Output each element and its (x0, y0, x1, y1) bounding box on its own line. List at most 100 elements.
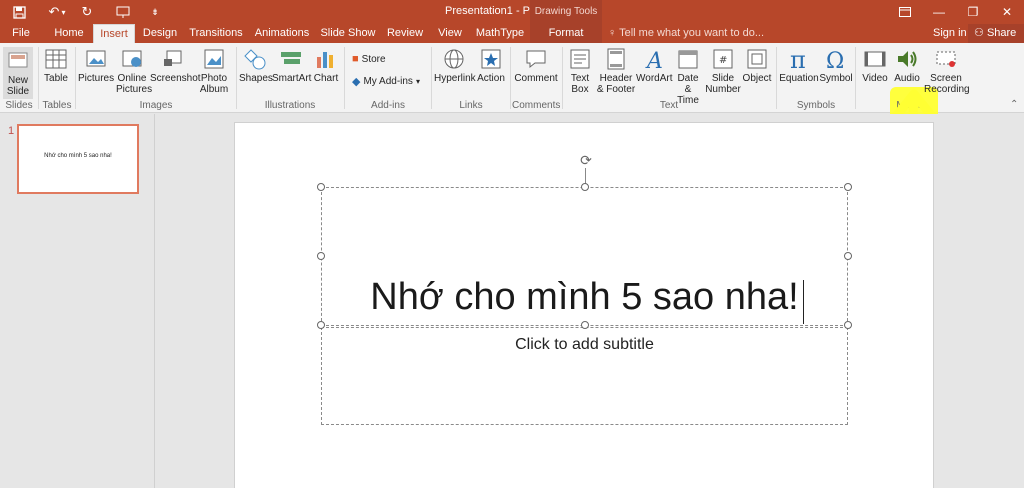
resize-handle[interactable] (581, 183, 589, 191)
text-box-button[interactable]: Text Box (566, 47, 594, 95)
slide-number-icon: # (713, 49, 733, 69)
window-title: Presentation1 - PowerPoint (445, 5, 579, 17)
tab-file[interactable]: File (4, 24, 38, 43)
separator (38, 47, 39, 109)
my-addins-button[interactable]: ◆ My Add-ins ▾ (352, 75, 420, 88)
separator (431, 47, 432, 109)
symbol-label: Symbol (819, 73, 853, 84)
ribbon-display-options-icon[interactable] (888, 0, 922, 24)
action-button[interactable]: Action (476, 47, 506, 84)
thumbnail-title: Nhớ cho mình 5 sao nha! (44, 153, 112, 159)
hyperlink-button[interactable]: Hyperlink (434, 47, 476, 84)
video-button[interactable]: Video (860, 47, 890, 84)
subtitle-placeholder[interactable]: Click to add subtitle (321, 327, 848, 425)
resize-handle[interactable] (844, 321, 852, 329)
resize-handle[interactable] (317, 321, 325, 329)
smartart-button[interactable]: SmartArt (272, 47, 312, 84)
tab-format[interactable]: Format (530, 24, 602, 43)
subtitle-prompt: Click to add subtitle (515, 336, 654, 353)
svg-text:Ω: Ω (826, 49, 844, 71)
text-box-label: Text Box (570, 73, 590, 95)
close-icon[interactable]: ✕ (990, 0, 1024, 24)
table-button[interactable]: Table (42, 47, 70, 84)
editing-canvas: ⟳ Nhớ cho mình 5 sao nha! Click to add s… (156, 114, 1024, 488)
equation-label: Equation (779, 73, 819, 84)
collapse-ribbon-icon[interactable]: ⌃ (1010, 99, 1018, 110)
photo-album-label: Photo Album (199, 73, 229, 95)
share-label: Share (986, 27, 1017, 39)
tell-me-search[interactable]: ♀ Tell me what you want to do... (608, 24, 764, 43)
slide-number-button[interactable]: # Slide Number (705, 47, 741, 95)
slide-thumbnail[interactable]: Nhớ cho mình 5 sao nha! (17, 124, 139, 194)
tab-insert[interactable]: Insert (93, 24, 135, 43)
resize-handle[interactable] (844, 252, 852, 260)
wordart-icon: A (645, 49, 663, 71)
object-button[interactable]: Object (741, 47, 773, 84)
group-comments: Comments (512, 100, 561, 111)
tab-transitions[interactable]: Transitions (188, 24, 244, 43)
header-footer-label: Header & Footer (596, 73, 636, 95)
video-icon (864, 51, 886, 67)
resize-handle[interactable] (317, 252, 325, 260)
symbol-button[interactable]: Ω Symbol (819, 47, 853, 84)
resize-handle[interactable] (844, 183, 852, 191)
title-bar: ↶ ▾ ↻ ⇟ Presentation1 - PowerPoint Drawi… (0, 0, 1024, 24)
photo-album-icon (204, 49, 224, 69)
calendar-icon (678, 50, 698, 69)
restore-icon[interactable]: ❐ (956, 0, 990, 24)
online-pictures-button[interactable]: Online Pictures (116, 47, 152, 95)
chart-label: Chart (313, 73, 339, 84)
my-addins-icon: ◆ (352, 76, 361, 88)
store-label: Store (361, 53, 386, 65)
comment-label: Comment (514, 73, 558, 84)
my-addins-label: My Add-ins (363, 76, 413, 87)
chart-button[interactable]: Chart (312, 47, 340, 84)
store-icon: ■ (352, 53, 359, 65)
tab-view[interactable]: View (434, 24, 466, 43)
comment-icon (526, 50, 546, 69)
minimize-icon[interactable]: — (922, 0, 956, 24)
smartart-label: SmartArt (272, 73, 312, 84)
slide-title: Nhớ cho mình 5 sao nha! (370, 276, 799, 318)
audio-button[interactable]: Audio (891, 47, 923, 84)
tab-animations[interactable]: Animations (252, 24, 312, 43)
object-label: Object (742, 73, 772, 84)
separator (75, 47, 76, 109)
svg-text:#: # (719, 55, 727, 66)
screenshot-button[interactable]: Screenshot (150, 47, 201, 84)
group-tables: Tables (42, 100, 72, 111)
slide[interactable]: ⟳ Nhớ cho mình 5 sao nha! Click to add s… (234, 122, 934, 488)
equation-button[interactable]: π Equation (779, 47, 819, 84)
header-footer-button[interactable]: Header & Footer (596, 47, 636, 95)
separator (776, 47, 777, 109)
pi-icon: π (790, 47, 806, 71)
omega-icon: Ω (826, 49, 844, 71)
tab-home[interactable]: Home (48, 24, 90, 43)
slide-number-label: Slide Number (705, 73, 741, 95)
date-time-button[interactable]: Date & Time (673, 47, 703, 106)
text-box-icon (570, 49, 590, 69)
speaker-icon (898, 51, 917, 67)
resize-handle[interactable] (317, 183, 325, 191)
screenshot-label: Screenshot (150, 73, 201, 84)
chevron-down-icon: ▾ (415, 77, 420, 86)
smartart-icon (281, 52, 301, 64)
photo-album-button[interactable]: Photo Album (197, 47, 231, 95)
comment-button[interactable]: Comment (513, 47, 559, 84)
store-button[interactable]: ■ Store (352, 53, 386, 65)
tab-design[interactable]: Design (140, 24, 180, 43)
shapes-button[interactable]: Shapes (239, 47, 273, 84)
wordart-button[interactable]: A WordArt (636, 47, 673, 84)
new-slide-button[interactable]: New Slide (3, 47, 33, 99)
sign-in-link[interactable]: Sign in (933, 24, 967, 43)
separator (236, 47, 237, 109)
rotate-handle-icon[interactable]: ⟳ (578, 152, 594, 168)
resize-handle[interactable] (581, 321, 589, 329)
share-button[interactable]: ⚇ Share (968, 24, 1024, 43)
hyperlink-label: Hyperlink (434, 73, 476, 84)
tab-slide-show[interactable]: Slide Show (320, 24, 376, 43)
tab-review[interactable]: Review (384, 24, 426, 43)
tab-mathtype[interactable]: MathType (474, 24, 526, 43)
pictures-button[interactable]: Pictures (78, 47, 114, 84)
title-placeholder[interactable]: Nhớ cho mình 5 sao nha! (321, 187, 848, 326)
